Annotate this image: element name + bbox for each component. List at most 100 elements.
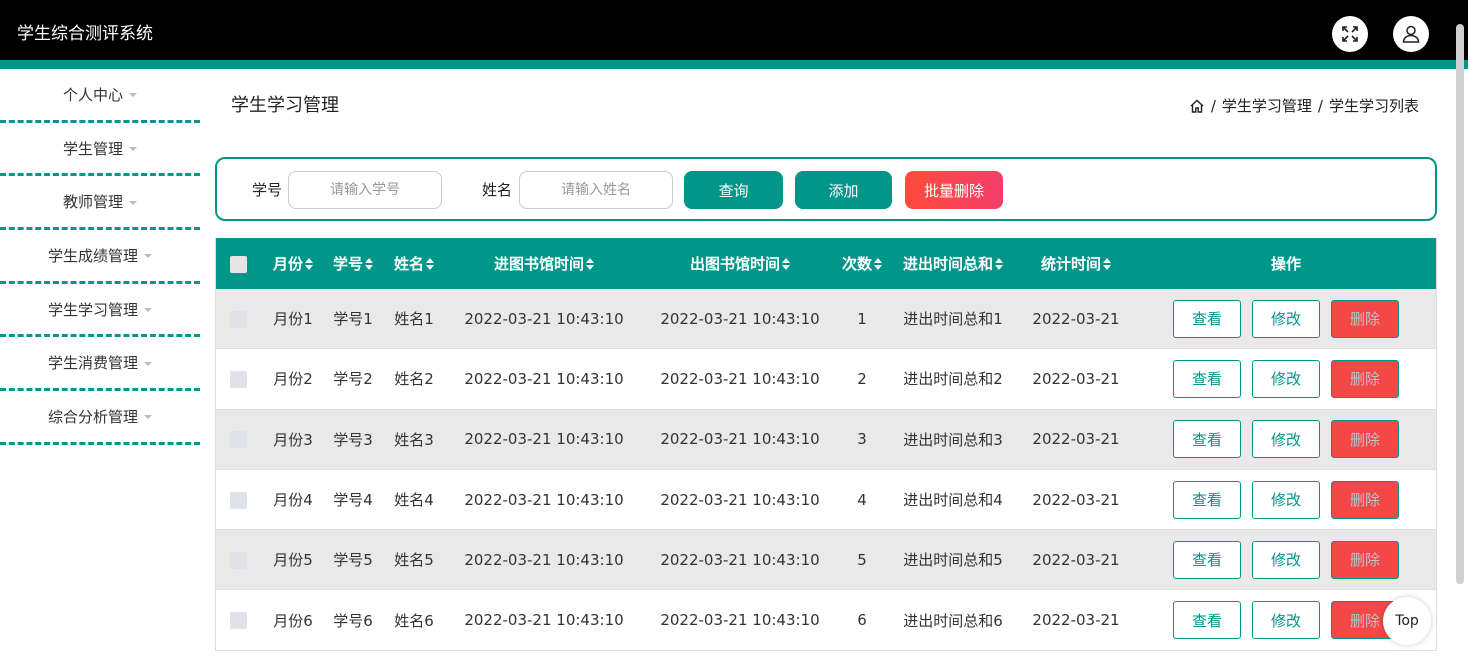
delete-button[interactable]: 删除 <box>1331 420 1399 459</box>
student-id-input[interactable] <box>288 171 442 209</box>
column-header-in-time[interactable]: 进图书馆时间 <box>462 238 626 289</box>
cell-month: 月份1 <box>273 310 313 329</box>
cell-student-id: 学号6 <box>333 611 373 630</box>
view-button[interactable]: 查看 <box>1173 420 1241 459</box>
batch-delete-button[interactable]: 批量删除 <box>905 171 1003 209</box>
caret-down-icon <box>129 147 137 152</box>
sidebar-item-label: 教师管理 <box>62 193 123 212</box>
column-header-stat-date[interactable]: 统计时间 <box>1031 238 1121 289</box>
view-button[interactable]: 查看 <box>1173 601 1241 640</box>
caret-down-icon <box>144 308 152 313</box>
edit-button[interactable]: 修改 <box>1252 359 1320 398</box>
home-icon[interactable] <box>1189 98 1205 114</box>
row-checkbox[interactable] <box>230 310 247 328</box>
edit-button[interactable]: 修改 <box>1252 299 1320 338</box>
cell-out-time: 2022-03-21 10:43:10 <box>660 611 820 630</box>
row-checkbox[interactable] <box>230 551 247 569</box>
cell-total: 进出时间总和4 <box>903 491 1003 510</box>
cell-name: 姓名6 <box>394 611 434 630</box>
table-row: 月份3 学号3 姓名3 2022-03-21 10:43:10 2022-03-21 1… <box>216 409 1436 470</box>
row-checkbox[interactable] <box>230 431 247 449</box>
sidebar-item-student-management[interactable]: 学生管理 <box>0 123 200 177</box>
row-checkbox[interactable] <box>230 370 247 388</box>
sidebar-item-study-management[interactable]: 学生学习管理 <box>0 284 200 338</box>
user-button[interactable] <box>1393 16 1429 52</box>
table-row: 月份6 学号6 姓名6 2022-03-21 10:43:10 2022-03-21 1… <box>216 590 1436 651</box>
table-row: 月份5 学号5 姓名5 2022-03-21 10:43:10 2022-03-21 1… <box>216 530 1436 591</box>
caret-down-icon <box>129 93 137 98</box>
cell-student-id: 学号4 <box>333 491 373 510</box>
user-icon <box>1402 25 1420 43</box>
top-accent-bar <box>0 60 1468 69</box>
cell-in-time: 2022-03-21 10:43:10 <box>464 611 624 630</box>
column-header-count[interactable]: 次数 <box>836 238 888 289</box>
cell-in-time: 2022-03-21 10:43:10 <box>464 309 624 328</box>
add-button[interactable]: 添加 <box>795 171 892 209</box>
cell-stat-date: 2022-03-21 <box>1032 550 1120 569</box>
delete-button[interactable]: 删除 <box>1331 359 1399 398</box>
delete-button[interactable]: 删除 <box>1331 480 1399 519</box>
breadcrumb-item[interactable]: 学生学习管理 <box>1222 96 1312 116</box>
cell-month: 月份6 <box>273 611 313 630</box>
view-button[interactable]: 查看 <box>1173 540 1241 579</box>
column-header-name[interactable]: 姓名 <box>388 238 440 289</box>
cell-month: 月份2 <box>273 370 313 389</box>
breadcrumb-item-current: 学生学习列表 <box>1328 97 1419 115</box>
cell-total: 进出时间总和6 <box>903 611 1003 630</box>
cell-total: 进出时间总和3 <box>903 430 1003 449</box>
cell-in-time: 2022-03-21 10:43:10 <box>464 430 624 449</box>
breadcrumb: / 学生学习管理 / 学生学习列表 <box>1189 96 1419 116</box>
sort-icon <box>305 257 313 270</box>
cell-name: 姓名1 <box>394 310 434 329</box>
delete-button[interactable]: 删除 <box>1331 540 1399 579</box>
view-button[interactable]: 查看 <box>1173 299 1241 338</box>
student-name-label: 姓名 <box>482 181 513 199</box>
edit-button[interactable]: 修改 <box>1252 540 1320 579</box>
column-header-total[interactable]: 进出时间总和 <box>898 238 1008 289</box>
query-button[interactable]: 查询 <box>684 171 783 209</box>
cell-in-time: 2022-03-21 10:43:10 <box>464 369 624 388</box>
cell-out-time: 2022-03-21 10:43:10 <box>660 309 820 328</box>
edit-button[interactable]: 修改 <box>1252 420 1320 459</box>
cell-out-time: 2022-03-21 10:43:10 <box>660 369 820 388</box>
table-header: 月份 学号 姓名 进图书馆时间 出图书馆时间 次数 进出时间总和 统计时间 操作 <box>216 238 1436 289</box>
view-button[interactable]: 查看 <box>1173 480 1241 519</box>
cell-month: 月份4 <box>273 491 313 510</box>
edit-button[interactable]: 修改 <box>1252 601 1320 640</box>
sidebar-item-personal-center[interactable]: 个人中心 <box>0 69 200 123</box>
cell-count: 3 <box>857 430 867 449</box>
caret-down-icon <box>144 361 152 366</box>
fullscreen-button[interactable] <box>1332 16 1368 52</box>
top-bar: 学生综合测评系统 <box>0 0 1468 60</box>
sidebar-item-label: 综合分析管理 <box>47 407 138 426</box>
sidebar-item-consumption-management[interactable]: 学生消费管理 <box>0 337 200 392</box>
column-header-out-time[interactable]: 出图书馆时间 <box>658 238 822 289</box>
sidebar-item-label: 个人中心 <box>62 85 123 104</box>
delete-button[interactable]: 删除 <box>1331 299 1399 338</box>
sidebar-item-label: 学生学习管理 <box>47 300 138 319</box>
sidebar-item-analysis-management[interactable]: 综合分析管理 <box>0 391 200 445</box>
page-scrollbar[interactable] <box>1453 14 1465 667</box>
edit-button[interactable]: 修改 <box>1252 480 1320 519</box>
cell-count: 1 <box>857 309 867 328</box>
column-header-month[interactable]: 月份 <box>268 238 318 289</box>
cell-count: 2 <box>857 369 867 388</box>
cell-count: 5 <box>857 550 867 569</box>
cell-count: 6 <box>857 611 867 630</box>
select-all-checkbox[interactable] <box>230 255 247 273</box>
view-button[interactable]: 查看 <box>1173 359 1241 398</box>
cell-total: 进出时间总和2 <box>903 370 1003 389</box>
cell-in-time: 2022-03-21 10:43:10 <box>464 550 624 569</box>
scrollbar-thumb[interactable] <box>1456 24 1464 584</box>
sidebar-item-teacher-management[interactable]: 教师管理 <box>0 176 200 231</box>
sidebar-item-score-management[interactable]: 学生成绩管理 <box>0 230 200 284</box>
sidebar: 个人中心 学生管理 教师管理 学生成绩管理 学生学习管理 学生消费管理 综合分析… <box>0 69 200 445</box>
column-header-student-id[interactable]: 学号 <box>328 238 378 289</box>
cell-stat-date: 2022-03-21 <box>1032 490 1120 509</box>
cell-name: 姓名2 <box>394 370 434 389</box>
row-checkbox[interactable] <box>230 612 247 630</box>
row-checkbox[interactable] <box>230 491 247 509</box>
caret-down-icon <box>129 200 137 205</box>
student-name-input[interactable] <box>519 171 673 209</box>
back-to-top-button[interactable]: Top <box>1383 597 1431 645</box>
